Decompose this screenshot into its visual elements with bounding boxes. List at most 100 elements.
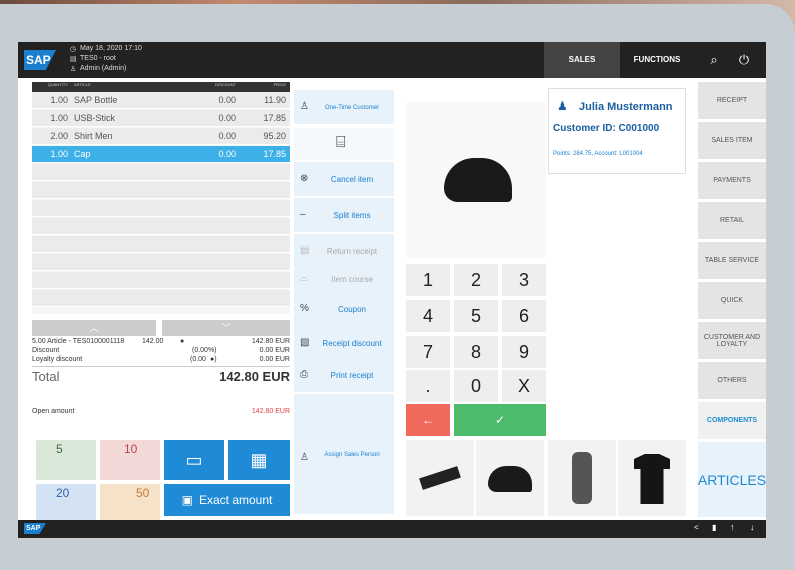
product-image bbox=[406, 102, 546, 258]
discount: 0.00 bbox=[218, 149, 236, 159]
article-tile-shirt[interactable] bbox=[618, 440, 686, 516]
qty: 2.00 bbox=[50, 131, 68, 141]
menu-components[interactable]: COMPONENTS bbox=[698, 402, 766, 440]
menu-table-service[interactable]: TABLE SERVICE bbox=[698, 242, 766, 280]
coupon-button[interactable]: % Coupon bbox=[294, 292, 394, 328]
print-receipt-button[interactable]: ⎙ Print receipt bbox=[294, 358, 394, 394]
shirt-image bbox=[634, 454, 670, 504]
article-table: QUANTITY ARTICLE DISCOUNT PRICE 1.00 SAP … bbox=[32, 82, 290, 314]
key-0[interactable]: 0 bbox=[454, 370, 498, 402]
receipt-icon-area: ⌸ bbox=[294, 128, 394, 160]
btn-label: Cancel item bbox=[330, 175, 374, 184]
menu-others[interactable]: OTHERS bbox=[698, 362, 766, 400]
total-label: Total bbox=[32, 369, 60, 384]
person-icon: ♙ bbox=[300, 101, 309, 112]
key-8[interactable]: 8 bbox=[454, 336, 498, 368]
menu-payments[interactable]: PAYMENTS bbox=[698, 162, 766, 200]
note-20-button[interactable]: 20 bbox=[36, 484, 96, 524]
lock-icon[interactable]: ▮ bbox=[712, 523, 716, 532]
article-tile-usb[interactable] bbox=[406, 440, 474, 516]
exact-amount-label: Exact amount bbox=[198, 493, 273, 507]
search-icon[interactable]: ⌕ bbox=[704, 50, 724, 70]
exact-amount-button[interactable]: ▣ Exact amount bbox=[164, 484, 290, 516]
btn-label: Assign Sales Person bbox=[324, 452, 380, 458]
credit-card-icon: ▭ bbox=[185, 450, 203, 470]
empty-row bbox=[32, 164, 290, 181]
cancel-item-button[interactable]: ⊗ Cancel item bbox=[294, 162, 394, 198]
key-decimal[interactable]: . bbox=[406, 370, 450, 402]
card-payment-button[interactable]: ▭ bbox=[164, 440, 224, 480]
empty-row bbox=[32, 200, 290, 217]
scroll-down-button[interactable]: ﹀ bbox=[162, 320, 290, 336]
open-amount-value: 142.80 EUR bbox=[251, 408, 290, 415]
empty-row bbox=[32, 236, 290, 253]
key-6[interactable]: 6 bbox=[502, 300, 546, 332]
table-row[interactable]: 1.00 SAP Bottle 0.00 11.90 bbox=[32, 92, 290, 109]
discount: 0.00 bbox=[218, 113, 236, 123]
customer-name: Julia Mustermann bbox=[579, 101, 673, 113]
tab-sales[interactable]: SALES bbox=[544, 42, 620, 78]
one-time-customer-button[interactable]: ♙ One-Time Customer bbox=[294, 90, 394, 126]
open-amount-label: Open amount bbox=[32, 408, 75, 415]
terminal: TES0 - root bbox=[80, 55, 116, 62]
coin-icon: ● bbox=[180, 338, 185, 345]
btn-label: One-Time Customer bbox=[324, 105, 380, 111]
header-price: PRICE bbox=[273, 82, 286, 87]
table-row-selected[interactable]: 1.00 Cap 0.00 17.85 bbox=[32, 146, 290, 163]
key-clear[interactable]: X bbox=[502, 370, 546, 402]
btn-label: Coupon bbox=[337, 305, 367, 314]
back-arrow-button[interactable]: ← bbox=[406, 404, 450, 436]
user: Admin (Admin) bbox=[80, 65, 127, 72]
table-row[interactable]: 2.00 Shirt Men 0.00 95.20 bbox=[32, 128, 290, 145]
btn-label: Print receipt bbox=[330, 371, 374, 380]
split-items-button[interactable]: – Split items bbox=[294, 198, 394, 234]
key-1[interactable]: 1 bbox=[406, 264, 450, 296]
power-icon[interactable]: ⏻ bbox=[734, 50, 754, 70]
person-icon: ♙ bbox=[300, 452, 309, 463]
customer-card[interactable]: ♟ Julia Mustermann Customer ID: C001000 … bbox=[548, 88, 686, 174]
btn-label: Receipt discount bbox=[322, 339, 382, 348]
total-value: 142.80 EUR bbox=[219, 369, 290, 384]
price: 17.85 bbox=[263, 149, 286, 159]
arrow-down-icon[interactable]: ↓ bbox=[750, 522, 755, 532]
scroll-up-button[interactable]: ︿ bbox=[32, 320, 156, 336]
check-icon: ✓ bbox=[494, 413, 506, 427]
note-label: 10 bbox=[124, 442, 138, 456]
summary-total: Total 142.80 EUR bbox=[32, 366, 290, 384]
note-5-button[interactable]: 5 bbox=[36, 440, 96, 480]
price: 17.85 bbox=[263, 113, 286, 123]
menu-receipt[interactable]: RECEIPT bbox=[698, 82, 766, 120]
key-9[interactable]: 9 bbox=[502, 336, 546, 368]
note-10-button[interactable]: 10 bbox=[100, 440, 160, 480]
arrow-up-icon[interactable]: ↑ bbox=[730, 522, 735, 532]
assign-sales-person-button[interactable]: ♙ Assign Sales Person bbox=[294, 394, 394, 516]
menu-customer-loyalty[interactable]: CUSTOMER AND LOYALTY bbox=[698, 322, 766, 360]
menu-retail[interactable]: RETAIL bbox=[698, 202, 766, 240]
note-label: 50 bbox=[136, 486, 150, 500]
confirm-button[interactable]: ✓ bbox=[454, 404, 546, 436]
person-icon: ♟ bbox=[557, 99, 568, 113]
article: Cap bbox=[74, 149, 91, 159]
key-7[interactable]: 7 bbox=[406, 336, 450, 368]
header-discount: DISCOUNT bbox=[215, 82, 236, 87]
article-count: 5.00 Article - TES0100001118 bbox=[32, 338, 125, 345]
empty-row bbox=[32, 272, 290, 289]
bottom-bar: SAP < ▮ ↑ ↓ bbox=[18, 520, 766, 538]
receipt-discount-button[interactable]: ▧ Receipt discount bbox=[294, 326, 394, 362]
numpad-payment-button[interactable]: ▦ bbox=[228, 440, 290, 480]
key-3[interactable]: 3 bbox=[502, 264, 546, 296]
article-tile-cap[interactable] bbox=[476, 440, 544, 516]
table-row[interactable]: 1.00 USB-Stick 0.00 17.85 bbox=[32, 110, 290, 127]
share-icon[interactable]: < bbox=[694, 523, 699, 532]
key-2[interactable]: 2 bbox=[454, 264, 498, 296]
article-tile-bottle[interactable] bbox=[548, 440, 616, 516]
menu-quick[interactable]: QUICK bbox=[698, 282, 766, 320]
return-icon: ▤ bbox=[300, 245, 310, 256]
tab-functions[interactable]: FUNCTIONS bbox=[622, 42, 692, 78]
note-50-button[interactable]: 50 bbox=[100, 484, 160, 524]
menu-articles[interactable]: ARTICLES bbox=[698, 442, 766, 518]
customer-id: Customer ID: C001000 bbox=[553, 123, 660, 134]
menu-sales-item[interactable]: SALES ITEM bbox=[698, 122, 766, 160]
key-4[interactable]: 4 bbox=[406, 300, 450, 332]
key-5[interactable]: 5 bbox=[454, 300, 498, 332]
